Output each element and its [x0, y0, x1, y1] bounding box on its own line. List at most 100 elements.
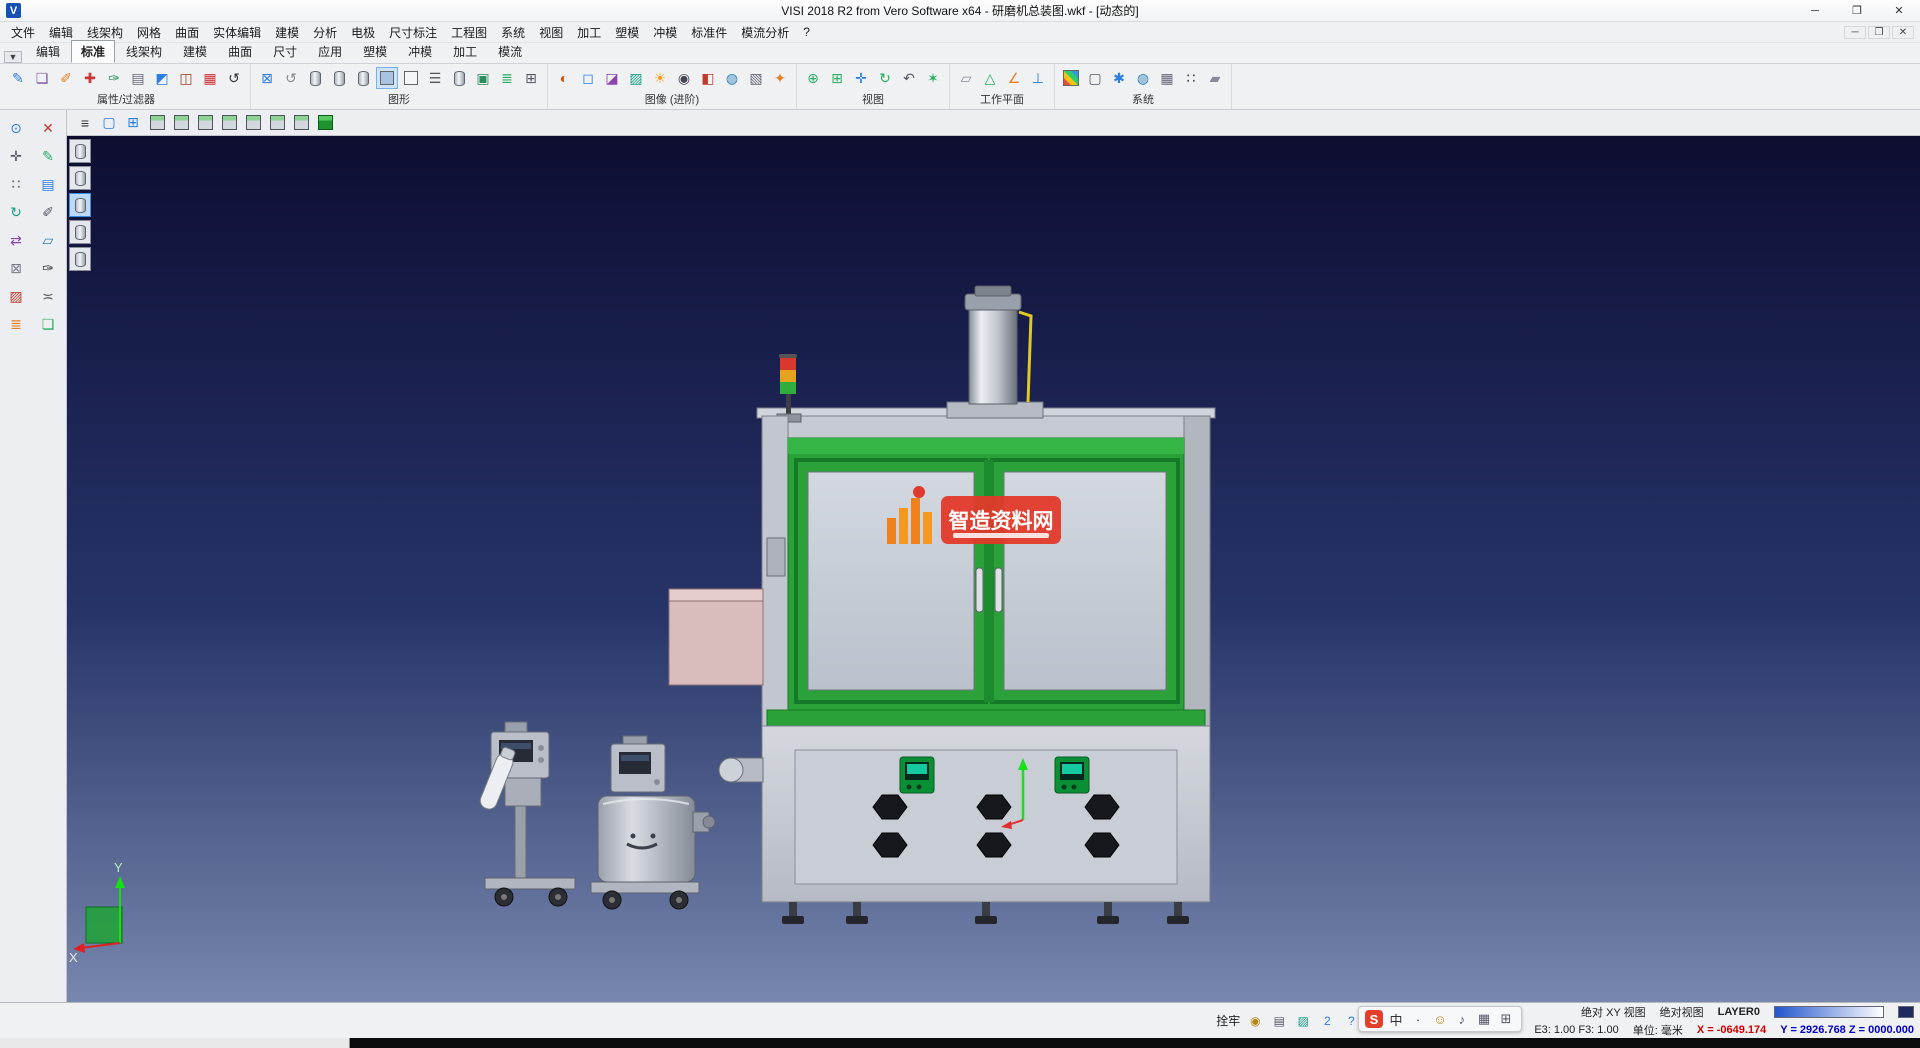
tab-编辑[interactable]: 编辑: [26, 40, 70, 63]
layer-filter-icon[interactable]: ▤: [127, 67, 149, 89]
display-list-1-icon[interactable]: [304, 67, 326, 89]
lighting-icon[interactable]: ☀: [649, 67, 671, 89]
filter-edit-icon[interactable]: ✑: [103, 67, 125, 89]
color-filter-icon[interactable]: ▦: [199, 67, 221, 89]
view-mode-label[interactable]: 绝对 XY 视图: [1581, 1004, 1646, 1020]
mirror-tool-icon[interactable]: ≍: [36, 284, 60, 308]
view-front-cube[interactable]: [171, 113, 191, 133]
view-state-2[interactable]: [69, 166, 91, 190]
zoom-window-icon[interactable]: ⊞: [826, 67, 848, 89]
camera-icon[interactable]: ◉: [673, 67, 695, 89]
attribute-brush-icon[interactable]: ✐: [55, 67, 77, 89]
ime-keyboard-icon[interactable]: ▦: [1475, 1010, 1493, 1028]
view-state-1[interactable]: [69, 139, 91, 163]
view-iso-cube[interactable]: [147, 113, 167, 133]
display-cylinder-icon[interactable]: [448, 67, 470, 89]
machine-main-assembly[interactable]: [719, 286, 1215, 924]
pin-toggle[interactable]: 拴牢: [1216, 1012, 1240, 1029]
child-minimize-button[interactable]: ─: [1844, 26, 1866, 39]
snapshot-icon[interactable]: ✦: [769, 67, 791, 89]
ime-lang-icon[interactable]: 中: [1387, 1010, 1405, 1028]
workplane-align-icon[interactable]: △: [979, 67, 1001, 89]
group-elements-icon[interactable]: ▣: [472, 67, 494, 89]
gradient-color-swatch[interactable]: [1774, 1006, 1884, 1018]
session-icon[interactable]: 2: [1318, 1012, 1336, 1030]
element-filter-icon[interactable]: ◫: [175, 67, 197, 89]
workspace-icon[interactable]: ▰: [1204, 67, 1226, 89]
menu-item-塑模[interactable]: 塑模: [608, 22, 646, 43]
ime-mic-icon[interactable]: ♪: [1453, 1010, 1471, 1028]
color-palette-icon[interactable]: [1060, 67, 1082, 89]
zoom-fit-icon[interactable]: ⊕: [802, 67, 824, 89]
notebook-icon[interactable]: ▤: [36, 172, 60, 196]
database-icon[interactable]: ≣: [496, 67, 518, 89]
copy-attributes-icon[interactable]: ❏: [31, 67, 53, 89]
render-settings-icon[interactable]: ▨: [1294, 1012, 1312, 1030]
filter-add-icon[interactable]: ✚: [79, 67, 101, 89]
view-state-5[interactable]: [69, 247, 91, 271]
shaded-render-icon[interactable]: ◐: [553, 67, 575, 89]
base-cabinet[interactable]: [719, 726, 1210, 902]
profiles-icon[interactable]: ✱: [1108, 67, 1130, 89]
tab-建模[interactable]: 建模: [173, 40, 217, 63]
erase-graphics-icon[interactable]: ⊠: [256, 67, 278, 89]
reset-filter-icon[interactable]: ↺: [223, 67, 245, 89]
menu-item-item[interactable]: ?: [796, 23, 817, 41]
tab-应用[interactable]: 应用: [308, 40, 352, 63]
hidden-line-icon[interactable]: ◪: [601, 67, 623, 89]
view-iso-ne-cube[interactable]: [315, 113, 335, 133]
viewport-single-icon[interactable]: ▢: [99, 113, 119, 133]
plane-tool-icon[interactable]: ▱: [36, 228, 60, 252]
coolant-tank-unit[interactable]: [591, 736, 715, 909]
move-tool-icon[interactable]: ✛: [4, 144, 28, 168]
child-restore-button[interactable]: ❐: [1868, 26, 1890, 39]
child-close-button[interactable]: ✕: [1892, 26, 1914, 39]
display-list-2-icon[interactable]: [328, 67, 350, 89]
tab-模流[interactable]: 模流: [488, 40, 532, 63]
view-list-icon[interactable]: ≡: [75, 113, 95, 133]
selection-filter-icon[interactable]: ◩: [151, 67, 173, 89]
transform-tool-icon[interactable]: ⇄: [4, 228, 28, 252]
lock-icon[interactable]: ◉: [1246, 1012, 1264, 1030]
view-left-cube[interactable]: [219, 113, 239, 133]
line-type-icon[interactable]: ☰: [424, 67, 446, 89]
grid-icon[interactable]: ▦: [1156, 67, 1178, 89]
background-icon[interactable]: ▧: [745, 67, 767, 89]
ime-emoji-icon[interactable]: ☺: [1431, 1010, 1449, 1028]
active-color-icon[interactable]: [376, 67, 398, 89]
maximize-button[interactable]: ❐: [1836, 0, 1878, 21]
texture-icon[interactable]: ▨: [625, 67, 647, 89]
menu-item-冲模[interactable]: 冲模: [646, 22, 684, 43]
tab-overflow-button[interactable]: ▼: [4, 51, 22, 63]
snap-grid-tool-icon[interactable]: ∷: [4, 172, 28, 196]
tab-塑模[interactable]: 塑模: [353, 40, 397, 63]
rotate-view-icon[interactable]: ↻: [874, 67, 896, 89]
absolute-view-label[interactable]: 绝对视图: [1660, 1004, 1704, 1020]
view-right-cube[interactable]: [243, 113, 263, 133]
menu-item-视图[interactable]: 视图: [532, 22, 570, 43]
blank-swatch-icon[interactable]: [400, 67, 422, 89]
side-cabinet-pink[interactable]: [669, 589, 763, 685]
pan-view-icon[interactable]: ✛: [850, 67, 872, 89]
viewport-split-icon[interactable]: ⊞: [123, 113, 143, 133]
redraw-icon[interactable]: ✶: [922, 67, 944, 89]
hatch-tool-icon[interactable]: ▨: [4, 284, 28, 308]
edit-tool-icon[interactable]: ✎: [36, 144, 60, 168]
menu-item-标准件[interactable]: 标准件: [684, 22, 734, 43]
world-icon[interactable]: ◍: [1132, 67, 1154, 89]
control-panel-left[interactable]: [900, 757, 934, 793]
close-button[interactable]: ✕: [1878, 0, 1920, 21]
pneumatic-cylinder[interactable]: [947, 286, 1043, 418]
view-state-3[interactable]: [69, 193, 91, 217]
view-back-cube[interactable]: [195, 113, 215, 133]
zoom-tool-icon[interactable]: ⊙: [4, 116, 28, 140]
view-top-cube[interactable]: [267, 113, 287, 133]
wireframe-icon[interactable]: ◻: [577, 67, 599, 89]
ime-logo-icon[interactable]: S: [1365, 1010, 1383, 1028]
annotate-tool-icon[interactable]: ✐: [36, 200, 60, 224]
background-color-swatch[interactable]: [1898, 1006, 1914, 1018]
clipboard-tool-icon[interactable]: ❏: [36, 312, 60, 336]
display-config-icon[interactable]: ▢: [1084, 67, 1106, 89]
statistics-icon[interactable]: ⊞: [520, 67, 542, 89]
print-icon[interactable]: ▤: [1270, 1012, 1288, 1030]
